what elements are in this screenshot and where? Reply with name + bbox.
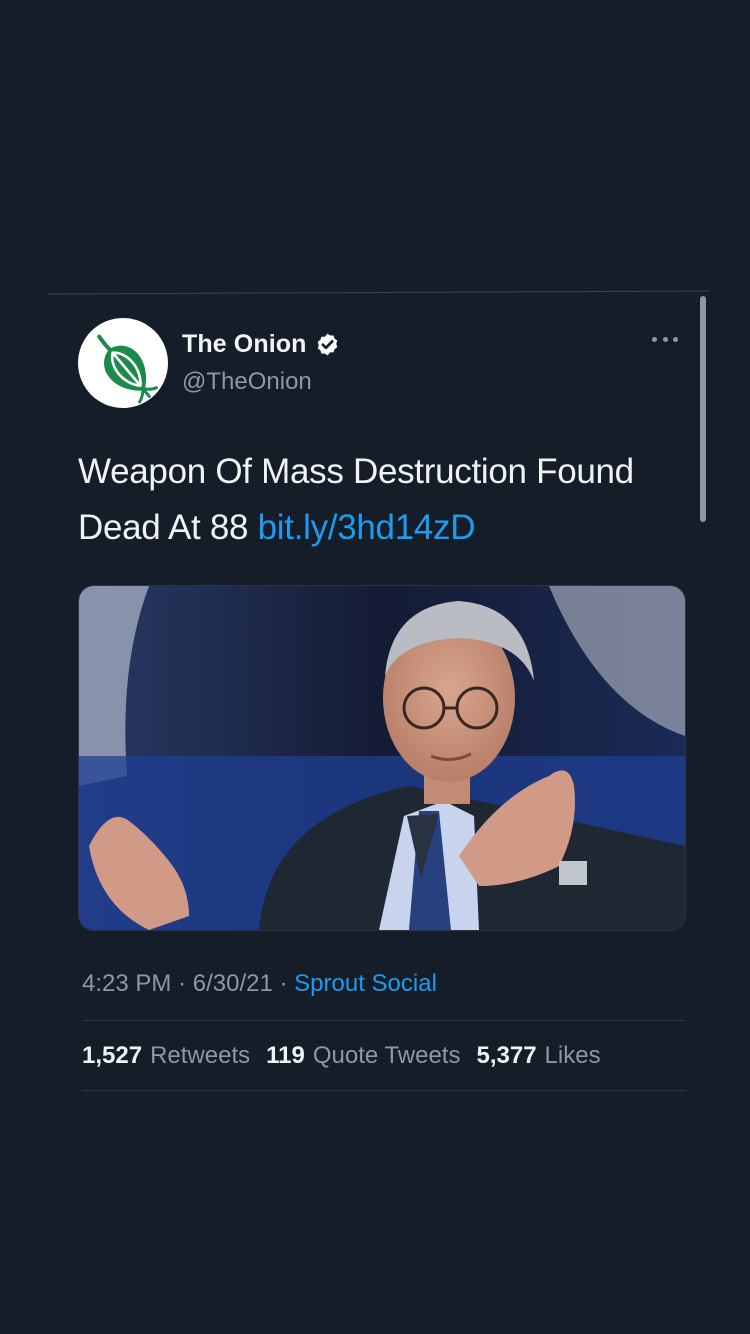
verified-badge-icon: [315, 332, 340, 357]
avatar[interactable]: [78, 318, 168, 408]
tweet-media-photo[interactable]: [78, 585, 686, 931]
retweets-count: 1,527: [82, 1042, 143, 1069]
handle[interactable]: @TheOnion: [182, 368, 340, 396]
retweets-label: Retweets: [150, 1042, 251, 1069]
tweet-stats: 1,527 Retweets 119 Quote Tweets 5,377 Likes: [82, 1042, 601, 1070]
top-divider: [48, 290, 710, 295]
scrollbar[interactable]: [700, 296, 706, 522]
quote-tweets-label: Quote Tweets: [312, 1042, 461, 1069]
tweet-timestamp: 4:23 PM · 6/30/21 · Sprout Social: [82, 970, 437, 998]
quote-tweets-stat[interactable]: 119 Quote Tweets: [266, 1042, 460, 1070]
display-name[interactable]: The Onion: [182, 330, 307, 359]
divider: [82, 1020, 686, 1021]
meta-separator-1: ·: [178, 970, 187, 997]
more-horizontal-icon[interactable]: [652, 332, 678, 346]
tweet-source[interactable]: Sprout Social: [294, 970, 437, 997]
retweets-stat[interactable]: 1,527 Retweets: [82, 1042, 250, 1070]
meta-separator-2: ·: [279, 970, 288, 997]
quote-tweets-count: 119: [266, 1042, 305, 1069]
author-info[interactable]: The Onion @TheOnion: [182, 330, 340, 396]
tweet-time[interactable]: 4:23 PM: [82, 970, 171, 997]
tweet-link[interactable]: bit.ly/3hd14zD: [258, 508, 476, 547]
tweet-date[interactable]: 6/30/21: [193, 970, 273, 997]
onion-logo-icon: [97, 334, 158, 404]
likes-count: 5,377: [476, 1042, 537, 1069]
likes-stat[interactable]: 5,377 Likes: [476, 1042, 600, 1070]
tweet-text: Weapon Of Mass Destruction Found Dead At…: [78, 444, 690, 556]
divider: [82, 1090, 686, 1091]
likes-label: Likes: [544, 1042, 601, 1069]
